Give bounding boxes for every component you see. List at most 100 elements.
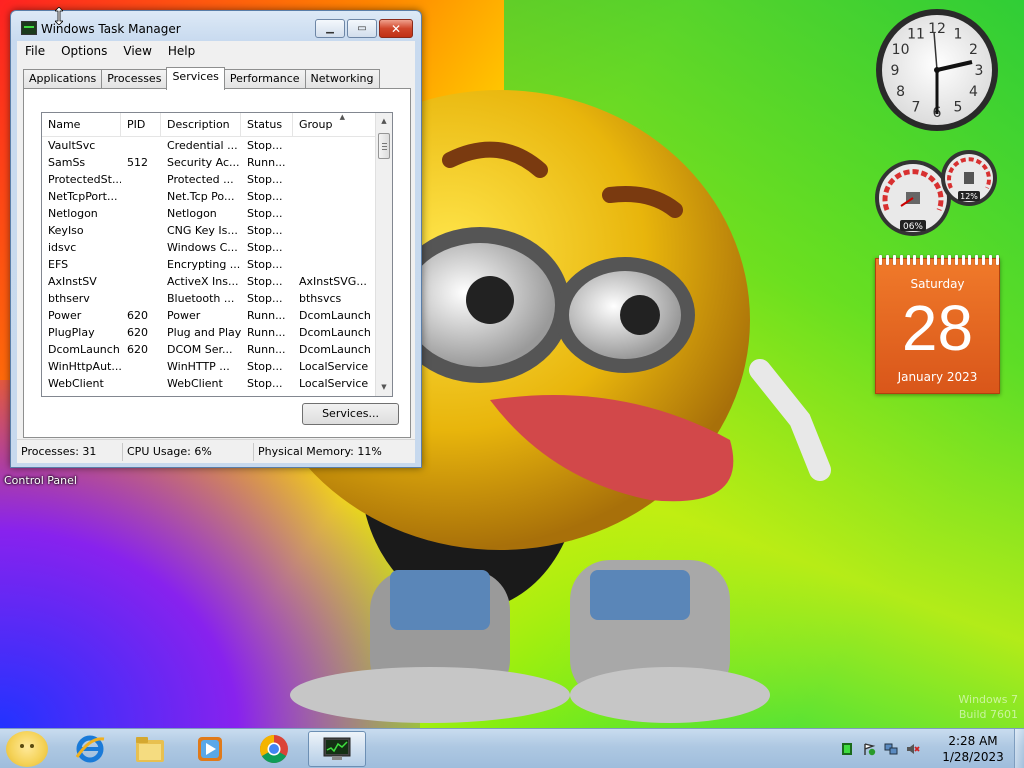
sort-ascending-icon: ▲	[339, 113, 345, 121]
services-button[interactable]: Services...	[302, 403, 399, 425]
tab-applications[interactable]: Applications	[23, 69, 103, 89]
table-row[interactable]: Power 620 Power Runn... DcomLaunch	[42, 307, 376, 324]
calendar-month: January 2023	[897, 370, 978, 384]
close-button[interactable]: ✕	[379, 19, 413, 38]
cell-pid: 620	[127, 326, 148, 339]
calendar-ring-icon	[927, 255, 931, 265]
scroll-thumb[interactable]	[378, 133, 390, 159]
start-button[interactable]	[6, 731, 48, 767]
menu-file[interactable]: File	[17, 44, 53, 58]
clock-number: 2	[969, 42, 978, 58]
cell-pid	[121, 171, 161, 188]
cell-group: AxInstSVG...	[299, 275, 367, 288]
calendar-ring-icon	[989, 255, 992, 265]
clock-gadget[interactable]: 121234567891011	[874, 7, 1000, 133]
table-row[interactable]: bthserv Bluetooth ... Stop... bthsvcs	[42, 290, 376, 307]
cell-group	[293, 222, 376, 239]
cell-status: Stop...	[247, 224, 283, 237]
show-desktop-button[interactable]	[1014, 729, 1024, 768]
cell-name: Netlogon	[48, 207, 98, 220]
column-header-description[interactable]: Description	[161, 113, 241, 137]
cell-pid	[121, 256, 161, 273]
list-rows: VaultSvc Credential ... Stop... SamSs 512 Sec…	[42, 137, 376, 392]
table-row[interactable]: NetTcpPort... Net.Tcp Po... Stop...	[42, 188, 376, 205]
clock-number: 11	[907, 27, 925, 43]
cell-name: bthserv	[48, 292, 90, 305]
calendar-gadget[interactable]: Saturday 28 January 2023	[875, 255, 1000, 394]
table-row[interactable]: ProtectedSt... Protected ... Stop...	[42, 171, 376, 188]
title-bar[interactable]: Windows Task Manager ▁ ▭ ✕	[11, 11, 421, 41]
cpu-meter-gadget[interactable]: 06% 12%	[873, 148, 1001, 240]
column-header-group[interactable]: Group ▲	[293, 113, 376, 137]
column-header-name[interactable]: Name	[42, 113, 121, 137]
table-row[interactable]: WinHttpAut... WinHTTP ... Stop... LocalServ…	[42, 358, 376, 375]
desktop-control-panel-label[interactable]: Control Panel	[4, 474, 77, 487]
table-row[interactable]: Netlogon Netlogon Stop...	[42, 205, 376, 222]
resize-cursor-icon	[55, 7, 63, 25]
cell-status: Stop...	[247, 139, 283, 152]
cell-description: Protected ...	[167, 173, 234, 186]
table-row[interactable]: AxInstSV ActiveX Ins... Stop... AxInstSVG..…	[42, 273, 376, 290]
task-manager-icon	[323, 737, 351, 760]
close-icon: ✕	[390, 21, 402, 36]
taskbar-task-manager-button[interactable]	[308, 731, 366, 767]
windows-watermark: Windows 7 Build 7601	[958, 692, 1018, 722]
scroll-down-icon[interactable]: ▼	[376, 379, 392, 396]
taskbar-media-player-button[interactable]	[184, 731, 236, 767]
menu-help[interactable]: Help	[160, 44, 203, 58]
taskbar-clock[interactable]: 2:28 AM 1/28/2023	[938, 733, 1008, 765]
calendar-ring-icon	[954, 255, 958, 265]
calendar-ring-icon	[879, 255, 882, 265]
cell-pid	[121, 358, 161, 375]
clock-number: 1	[954, 27, 963, 43]
taskbar-chrome-button[interactable]	[248, 731, 300, 767]
table-row[interactable]: idsvc Windows C... Stop...	[42, 239, 376, 256]
maximize-button[interactable]: ▭	[347, 19, 377, 38]
tab-processes[interactable]: Processes	[101, 69, 168, 89]
table-row[interactable]: VaultSvc Credential ... Stop...	[42, 137, 376, 154]
network-icon[interactable]	[884, 742, 898, 756]
table-row[interactable]: EFS Encrypting ... Stop...	[42, 256, 376, 273]
calendar-ring-icon	[995, 255, 999, 265]
calendar-rings	[879, 255, 999, 265]
taskbar-ie-button[interactable]	[64, 731, 116, 767]
task-manager-window: Windows Task Manager ▁ ▭ ✕ File Options …	[10, 10, 422, 468]
table-row[interactable]: WebClient WebClient Stop... LocalService	[42, 375, 376, 392]
volume-muted-icon[interactable]	[906, 742, 920, 756]
services-list[interactable]: Name PID Description Status Group ▲ Vaul…	[41, 112, 393, 397]
cell-pid	[121, 290, 161, 307]
tab-performance[interactable]: Performance	[223, 69, 306, 89]
clock-number: 7	[912, 99, 921, 115]
media-player-icon	[198, 737, 222, 761]
calendar-ring-icon	[982, 255, 986, 265]
table-row[interactable]: SamSs 512 Security Ac... Runn...	[42, 154, 376, 171]
table-row[interactable]: DcomLaunch 620 DCOM Ser... Runn... DcomLaunc…	[42, 341, 376, 358]
cell-pid	[121, 137, 161, 154]
taskbar-explorer-button[interactable]	[124, 731, 176, 767]
menu-view[interactable]: View	[115, 44, 159, 58]
calendar-ring-icon	[913, 255, 917, 265]
vertical-scrollbar[interactable]: ▲ ▼	[375, 113, 392, 396]
scroll-up-icon[interactable]: ▲	[376, 113, 392, 130]
task-manager-tray-icon[interactable]	[840, 742, 854, 756]
calendar-ring-icon	[920, 255, 924, 265]
cell-pid	[121, 273, 161, 290]
cell-pid	[121, 239, 161, 256]
cell-group	[293, 171, 376, 188]
cell-group	[293, 188, 376, 205]
cell-group	[293, 205, 376, 222]
taskbar-time: 2:28 AM	[948, 734, 998, 748]
tab-services[interactable]: Services	[166, 67, 225, 90]
action-center-flag-icon[interactable]	[862, 742, 876, 756]
tab-networking[interactable]: Networking	[304, 69, 380, 89]
calendar-ring-icon	[934, 255, 937, 265]
minimize-button[interactable]: ▁	[315, 19, 345, 38]
menu-options[interactable]: Options	[53, 44, 115, 58]
table-row[interactable]: KeyIso CNG Key Is... Stop...	[42, 222, 376, 239]
cell-description: Credential ...	[167, 139, 238, 152]
table-row[interactable]: PlugPlay 620 Plug and Play Runn... DcomLaunc…	[42, 324, 376, 341]
cell-description: Security Ac...	[167, 156, 240, 169]
column-header-pid[interactable]: PID	[121, 113, 161, 137]
cell-status: Runn...	[247, 156, 286, 169]
column-header-status[interactable]: Status	[241, 113, 293, 137]
